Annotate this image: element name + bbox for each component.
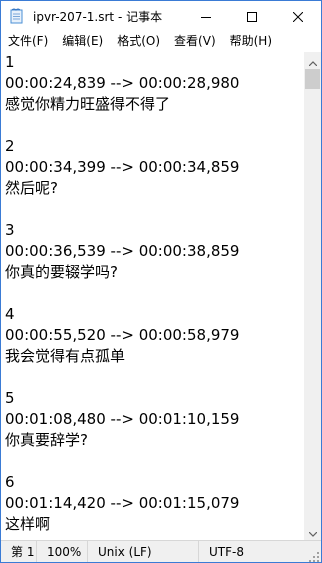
close-button[interactable] bbox=[275, 1, 321, 31]
text-line: 你真的要辍学吗? bbox=[5, 263, 118, 281]
text-line: 00:00:24,839 --> 00:00:28,980 bbox=[5, 74, 240, 92]
menu-help[interactable]: 帮助(H) bbox=[223, 31, 279, 51]
text-line bbox=[1, 367, 304, 388]
window-title: ipvr-207-1.srt - 记事本 bbox=[33, 9, 163, 24]
chevron-down-icon bbox=[308, 522, 317, 541]
text-line: 1 bbox=[5, 53, 15, 71]
status-encoding: UTF-8 bbox=[209, 545, 244, 559]
menu-bar: 文件(F) 编辑(E) 格式(O) 查看(V) 帮助(H) bbox=[1, 31, 321, 51]
text-line: 5 bbox=[5, 389, 15, 407]
scroll-up-button[interactable] bbox=[304, 52, 321, 69]
chevron-up-icon bbox=[308, 51, 317, 70]
text-line: 00:00:34,399 --> 00:00:34,859 bbox=[5, 158, 240, 176]
text-line: 6 bbox=[5, 473, 15, 491]
maximize-icon bbox=[247, 7, 257, 26]
notepad-window: ipvr-207-1.srt - 记事本 文件(F) 编辑(E) 格式(O) 查… bbox=[0, 0, 322, 563]
menu-file[interactable]: 文件(F) bbox=[1, 31, 55, 51]
text-line: 4 bbox=[5, 305, 15, 323]
maximize-button[interactable] bbox=[229, 1, 275, 31]
minimize-button[interactable] bbox=[183, 1, 229, 31]
text-line: 00:01:08,480 --> 00:01:10,159 bbox=[5, 410, 240, 428]
text-line: 感觉你精力旺盛得不得了 bbox=[5, 95, 171, 113]
text-line bbox=[1, 199, 304, 220]
close-icon bbox=[292, 7, 304, 26]
text-line bbox=[1, 115, 304, 136]
scrollbar-thumb[interactable] bbox=[305, 69, 320, 89]
status-position: 第 1 bbox=[1, 541, 37, 562]
text-line bbox=[1, 451, 304, 472]
text-line: 00:01:14,420 --> 00:01:15,079 bbox=[5, 494, 240, 512]
text-line: 3 bbox=[5, 221, 15, 239]
text-line: 然后呢? bbox=[5, 179, 58, 197]
text-line: 你真要辞学? bbox=[5, 431, 88, 449]
status-line-ending: Unix (LF) bbox=[88, 541, 199, 562]
status-zoom: 100% bbox=[37, 541, 88, 562]
menu-edit[interactable]: 编辑(E) bbox=[55, 31, 110, 51]
text-line: 2 bbox=[5, 137, 15, 155]
status-bar: 第 1 100% Unix (LF) UTF-8 bbox=[1, 540, 321, 562]
text-line bbox=[1, 283, 304, 304]
title-bar[interactable]: ipvr-207-1.srt - 记事本 bbox=[1, 1, 321, 31]
vertical-scrollbar[interactable] bbox=[304, 52, 321, 540]
notepad-icon bbox=[9, 8, 25, 24]
text-line: 00:00:36,539 --> 00:00:38,859 bbox=[5, 242, 240, 260]
text-editor[interactable]: 1 00:00:24,839 --> 00:00:28,980 感觉你精力旺盛得… bbox=[1, 52, 304, 540]
text-line: 我会觉得有点孤单 bbox=[5, 347, 126, 365]
menu-format[interactable]: 格式(O) bbox=[110, 31, 167, 51]
menu-view[interactable]: 查看(V) bbox=[167, 31, 223, 51]
text-line: 这样啊 bbox=[5, 515, 51, 533]
resize-grip-icon[interactable] bbox=[309, 551, 319, 562]
minimize-icon bbox=[201, 7, 211, 26]
text-line: 00:00:55,520 --> 00:00:58,979 bbox=[5, 326, 240, 344]
scroll-down-button[interactable] bbox=[304, 523, 321, 540]
